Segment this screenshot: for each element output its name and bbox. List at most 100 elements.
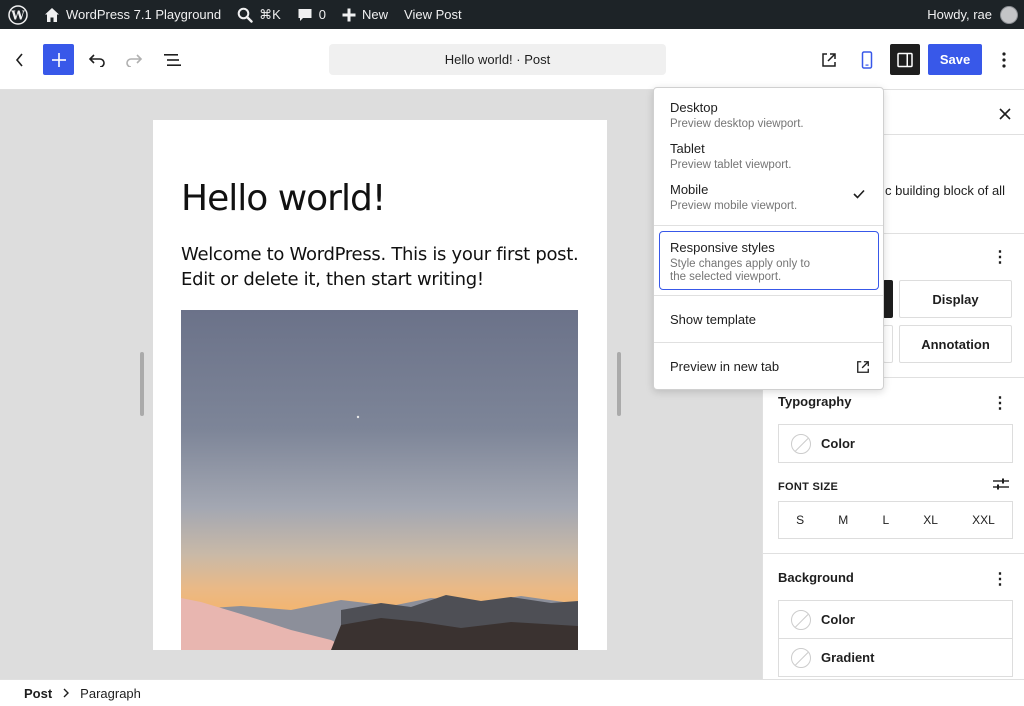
block-inserter-button[interactable] (43, 44, 74, 75)
block-breadcrumb: Post Paragraph (0, 679, 1024, 706)
menu-item-label: Tablet (670, 141, 705, 156)
chevron-left-icon (15, 52, 23, 67)
menu-item-tablet[interactable]: Tablet Preview tablet viewport. (670, 141, 791, 172)
menu-item-description: Preview tablet viewport. (670, 159, 792, 171)
block-description: c building block of all (885, 183, 1005, 198)
settings-sidebar-toggle[interactable] (890, 44, 920, 75)
menu-separator (654, 342, 883, 343)
device-preview-button[interactable] (854, 44, 880, 75)
typography-options-button[interactable]: ⋮ (992, 396, 1008, 412)
background-gradient-label: Gradient (821, 650, 875, 665)
editor-canvas[interactable]: Hello world! Welcome to WordPress. This … (0, 90, 762, 679)
breadcrumb-post[interactable]: Post (24, 686, 52, 701)
responsive-description-line-2: the selected viewport. (670, 271, 782, 283)
comments-link[interactable]: 0 (289, 0, 334, 29)
style-variation-other[interactable] (883, 325, 893, 363)
font-size-m[interactable]: M (838, 513, 848, 527)
font-size-picker: S M L XL XXL (778, 501, 1013, 539)
font-size-s[interactable]: S (796, 513, 804, 527)
command-shortcut: ⌘K (259, 6, 281, 22)
external-link-icon (822, 52, 836, 67)
menu-item-label: Mobile (670, 182, 709, 197)
command-palette-button[interactable]: ⌘K (229, 0, 289, 29)
document-title: Hello world! · Post (444, 52, 551, 67)
style-variation-annotation[interactable]: Annotation (899, 325, 1012, 363)
resize-handle-right[interactable] (617, 352, 621, 416)
responsive-styles-label: Responsive styles (670, 240, 775, 255)
menu-item-label: Show template (670, 312, 756, 327)
landscape-illustration (181, 415, 578, 650)
admin-bar: W WordPress 7.1 Playground ⌘K 0 New View… (0, 0, 1024, 29)
document-title-bar[interactable]: Hello world! · Post (329, 44, 666, 75)
menu-item-mobile[interactable]: Mobile Preview mobile viewport. (670, 182, 797, 213)
post-title[interactable]: Hello world! (181, 178, 386, 219)
style-variation-default[interactable] (883, 280, 893, 318)
editor-header: Hello world! · Post Save (0, 29, 1024, 90)
background-heading: Background (778, 570, 854, 585)
mobile-icon (861, 50, 873, 69)
chevron-right-icon (63, 688, 70, 698)
save-button[interactable]: Save (928, 44, 982, 75)
post-image[interactable] (181, 310, 578, 650)
resize-handle-left[interactable] (140, 352, 144, 416)
font-size-l[interactable]: L (882, 513, 889, 527)
font-size-xxl[interactable]: XXL (972, 513, 995, 527)
post-preview-page: Hello world! Welcome to WordPress. This … (153, 120, 607, 650)
responsive-styles-description: Style changes apply only to the selected… (670, 258, 868, 284)
wordpress-logo-button[interactable]: W (0, 0, 36, 29)
menu-item-show-template[interactable]: Show template (670, 312, 756, 327)
font-size-label: FONT SIZE (778, 481, 839, 493)
back-button[interactable] (8, 44, 32, 75)
list-view-icon (164, 53, 181, 66)
typography-color-label: Color (821, 436, 855, 451)
undo-button[interactable] (84, 44, 110, 75)
more-vertical-icon (1002, 51, 1006, 68)
site-name-link[interactable]: WordPress 7.1 Playground (36, 0, 229, 29)
greeting: Howdy, rae (927, 7, 992, 22)
font-size-xl[interactable]: XL (923, 513, 938, 527)
account-menu[interactable]: Howdy, rae (927, 0, 1024, 29)
plus-icon (342, 8, 356, 21)
comments-count: 0 (318, 7, 327, 22)
background-options-button[interactable]: ⋮ (992, 572, 1008, 588)
checkmark-icon (853, 189, 865, 199)
menu-item-desktop[interactable]: Desktop Preview desktop viewport. (670, 100, 804, 131)
view-post-button[interactable] (816, 44, 842, 75)
search-icon (237, 7, 253, 23)
typography-color-control[interactable]: Color (778, 424, 1013, 463)
menu-item-label: Preview in new tab (670, 359, 780, 374)
background-color-control[interactable]: Color (778, 600, 1013, 639)
wordpress-logo-icon: W (8, 4, 28, 25)
background-color-label: Color (821, 612, 855, 627)
font-size-custom-toggle[interactable] (991, 476, 1011, 492)
sidebar-icon (897, 52, 913, 67)
empty-swatch-icon (791, 609, 811, 630)
background-gradient-control[interactable]: Gradient (778, 638, 1013, 677)
styles-options-button[interactable]: ⋮ (992, 250, 1008, 266)
menu-separator (654, 295, 883, 296)
redo-icon (126, 53, 143, 67)
svg-text:W: W (10, 8, 25, 22)
style-variation-display[interactable]: Display (899, 280, 1012, 318)
redo-button[interactable] (121, 44, 147, 75)
breadcrumb-paragraph[interactable]: Paragraph (80, 686, 141, 701)
new-content-link[interactable]: New (334, 0, 396, 29)
post-paragraph[interactable]: Welcome to WordPress. This is your first… (181, 242, 581, 292)
menu-item-preview-new-tab[interactable]: Preview in new tab (670, 359, 870, 374)
options-button[interactable] (992, 44, 1016, 75)
empty-swatch-icon (791, 647, 811, 668)
home-icon (45, 7, 59, 22)
sidebar-divider (763, 553, 1024, 554)
document-overview-button[interactable] (159, 44, 187, 75)
close-sidebar-button[interactable] (995, 104, 1015, 124)
comment-icon (298, 8, 312, 21)
preview-dropdown-menu: Desktop Preview desktop viewport. Tablet… (653, 87, 884, 390)
new-label: New (362, 7, 389, 22)
view-post-link[interactable]: View Post (396, 0, 470, 29)
view-post-label: View Post (404, 7, 462, 22)
close-icon (999, 108, 1011, 120)
empty-swatch-icon (791, 433, 811, 454)
menu-item-description: Preview mobile viewport. (670, 200, 798, 212)
responsive-styles-toggle[interactable]: Responsive styles Style changes apply on… (659, 231, 879, 290)
menu-item-description: Preview desktop viewport. (670, 118, 804, 130)
